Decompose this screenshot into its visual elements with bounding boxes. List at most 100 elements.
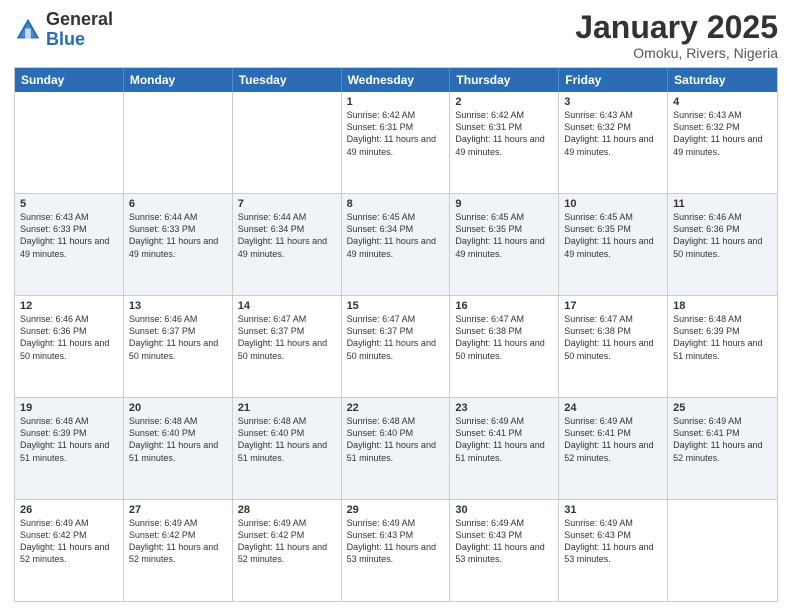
day-number-7: 7 xyxy=(238,198,336,210)
day-cell-5: 5Sunrise: 6:43 AM Sunset: 6:33 PM Daylig… xyxy=(15,194,124,295)
day-info-25: Sunrise: 6:49 AM Sunset: 6:41 PM Dayligh… xyxy=(673,415,772,464)
header-sunday: Sunday xyxy=(15,68,124,92)
day-info-14: Sunrise: 6:47 AM Sunset: 6:37 PM Dayligh… xyxy=(238,313,336,362)
day-cell-23: 23Sunrise: 6:49 AM Sunset: 6:41 PM Dayli… xyxy=(450,398,559,499)
day-info-10: Sunrise: 6:45 AM Sunset: 6:35 PM Dayligh… xyxy=(564,211,662,260)
day-cell-2: 2Sunrise: 6:42 AM Sunset: 6:31 PM Daylig… xyxy=(450,92,559,193)
day-cell-15: 15Sunrise: 6:47 AM Sunset: 6:37 PM Dayli… xyxy=(342,296,451,397)
day-info-11: Sunrise: 6:46 AM Sunset: 6:36 PM Dayligh… xyxy=(673,211,772,260)
day-cell-11: 11Sunrise: 6:46 AM Sunset: 6:36 PM Dayli… xyxy=(668,194,777,295)
day-info-1: Sunrise: 6:42 AM Sunset: 6:31 PM Dayligh… xyxy=(347,109,445,158)
day-number-23: 23 xyxy=(455,402,553,414)
day-cell-10: 10Sunrise: 6:45 AM Sunset: 6:35 PM Dayli… xyxy=(559,194,668,295)
day-info-18: Sunrise: 6:48 AM Sunset: 6:39 PM Dayligh… xyxy=(673,313,772,362)
day-number-24: 24 xyxy=(564,402,662,414)
day-number-4: 4 xyxy=(673,96,772,108)
day-info-6: Sunrise: 6:44 AM Sunset: 6:33 PM Dayligh… xyxy=(129,211,227,260)
day-cell-16: 16Sunrise: 6:47 AM Sunset: 6:38 PM Dayli… xyxy=(450,296,559,397)
day-number-8: 8 xyxy=(347,198,445,210)
day-info-24: Sunrise: 6:49 AM Sunset: 6:41 PM Dayligh… xyxy=(564,415,662,464)
calendar-week-1: 1Sunrise: 6:42 AM Sunset: 6:31 PM Daylig… xyxy=(15,92,777,194)
day-number-20: 20 xyxy=(129,402,227,414)
day-number-5: 5 xyxy=(20,198,118,210)
day-info-2: Sunrise: 6:42 AM Sunset: 6:31 PM Dayligh… xyxy=(455,109,553,158)
header-wednesday: Wednesday xyxy=(342,68,451,92)
day-info-16: Sunrise: 6:47 AM Sunset: 6:38 PM Dayligh… xyxy=(455,313,553,362)
calendar: Sunday Monday Tuesday Wednesday Thursday… xyxy=(14,67,778,602)
day-number-10: 10 xyxy=(564,198,662,210)
day-number-26: 26 xyxy=(20,504,118,516)
day-number-18: 18 xyxy=(673,300,772,312)
day-number-13: 13 xyxy=(129,300,227,312)
logo-blue-text: Blue xyxy=(46,30,113,50)
day-number-1: 1 xyxy=(347,96,445,108)
day-info-23: Sunrise: 6:49 AM Sunset: 6:41 PM Dayligh… xyxy=(455,415,553,464)
day-cell-20: 20Sunrise: 6:48 AM Sunset: 6:40 PM Dayli… xyxy=(124,398,233,499)
day-info-4: Sunrise: 6:43 AM Sunset: 6:32 PM Dayligh… xyxy=(673,109,772,158)
day-info-8: Sunrise: 6:45 AM Sunset: 6:34 PM Dayligh… xyxy=(347,211,445,260)
day-cell-3: 3Sunrise: 6:43 AM Sunset: 6:32 PM Daylig… xyxy=(559,92,668,193)
logo: General Blue xyxy=(14,10,113,50)
empty-cell-0-0 xyxy=(15,92,124,193)
day-info-26: Sunrise: 6:49 AM Sunset: 6:42 PM Dayligh… xyxy=(20,517,118,566)
day-cell-27: 27Sunrise: 6:49 AM Sunset: 6:42 PM Dayli… xyxy=(124,500,233,601)
day-number-17: 17 xyxy=(564,300,662,312)
day-number-30: 30 xyxy=(455,504,553,516)
day-info-12: Sunrise: 6:46 AM Sunset: 6:36 PM Dayligh… xyxy=(20,313,118,362)
day-cell-31: 31Sunrise: 6:49 AM Sunset: 6:43 PM Dayli… xyxy=(559,500,668,601)
calendar-header: Sunday Monday Tuesday Wednesday Thursday… xyxy=(15,68,777,92)
logo-text: General Blue xyxy=(46,10,113,50)
day-number-12: 12 xyxy=(20,300,118,312)
day-cell-26: 26Sunrise: 6:49 AM Sunset: 6:42 PM Dayli… xyxy=(15,500,124,601)
header: General Blue January 2025 Omoku, Rivers,… xyxy=(14,10,778,61)
day-number-11: 11 xyxy=(673,198,772,210)
empty-cell-4-6 xyxy=(668,500,777,601)
day-info-20: Sunrise: 6:48 AM Sunset: 6:40 PM Dayligh… xyxy=(129,415,227,464)
day-number-14: 14 xyxy=(238,300,336,312)
location: Omoku, Rivers, Nigeria xyxy=(575,45,778,61)
day-number-19: 19 xyxy=(20,402,118,414)
day-info-30: Sunrise: 6:49 AM Sunset: 6:43 PM Dayligh… xyxy=(455,517,553,566)
day-info-31: Sunrise: 6:49 AM Sunset: 6:43 PM Dayligh… xyxy=(564,517,662,566)
day-info-3: Sunrise: 6:43 AM Sunset: 6:32 PM Dayligh… xyxy=(564,109,662,158)
title-section: January 2025 Omoku, Rivers, Nigeria xyxy=(575,10,778,61)
day-info-21: Sunrise: 6:48 AM Sunset: 6:40 PM Dayligh… xyxy=(238,415,336,464)
day-number-6: 6 xyxy=(129,198,227,210)
day-cell-6: 6Sunrise: 6:44 AM Sunset: 6:33 PM Daylig… xyxy=(124,194,233,295)
day-cell-18: 18Sunrise: 6:48 AM Sunset: 6:39 PM Dayli… xyxy=(668,296,777,397)
day-info-29: Sunrise: 6:49 AM Sunset: 6:43 PM Dayligh… xyxy=(347,517,445,566)
day-cell-12: 12Sunrise: 6:46 AM Sunset: 6:36 PM Dayli… xyxy=(15,296,124,397)
day-cell-25: 25Sunrise: 6:49 AM Sunset: 6:41 PM Dayli… xyxy=(668,398,777,499)
day-number-9: 9 xyxy=(455,198,553,210)
day-number-25: 25 xyxy=(673,402,772,414)
day-number-22: 22 xyxy=(347,402,445,414)
day-cell-1: 1Sunrise: 6:42 AM Sunset: 6:31 PM Daylig… xyxy=(342,92,451,193)
day-number-21: 21 xyxy=(238,402,336,414)
calendar-week-5: 26Sunrise: 6:49 AM Sunset: 6:42 PM Dayli… xyxy=(15,500,777,601)
day-cell-28: 28Sunrise: 6:49 AM Sunset: 6:42 PM Dayli… xyxy=(233,500,342,601)
day-cell-9: 9Sunrise: 6:45 AM Sunset: 6:35 PM Daylig… xyxy=(450,194,559,295)
calendar-week-3: 12Sunrise: 6:46 AM Sunset: 6:36 PM Dayli… xyxy=(15,296,777,398)
header-tuesday: Tuesday xyxy=(233,68,342,92)
day-cell-4: 4Sunrise: 6:43 AM Sunset: 6:32 PM Daylig… xyxy=(668,92,777,193)
day-cell-24: 24Sunrise: 6:49 AM Sunset: 6:41 PM Dayli… xyxy=(559,398,668,499)
day-number-28: 28 xyxy=(238,504,336,516)
day-number-27: 27 xyxy=(129,504,227,516)
day-number-15: 15 xyxy=(347,300,445,312)
day-number-31: 31 xyxy=(564,504,662,516)
day-cell-13: 13Sunrise: 6:46 AM Sunset: 6:37 PM Dayli… xyxy=(124,296,233,397)
empty-cell-0-1 xyxy=(124,92,233,193)
calendar-body: 1Sunrise: 6:42 AM Sunset: 6:31 PM Daylig… xyxy=(15,92,777,601)
day-cell-29: 29Sunrise: 6:49 AM Sunset: 6:43 PM Dayli… xyxy=(342,500,451,601)
day-cell-21: 21Sunrise: 6:48 AM Sunset: 6:40 PM Dayli… xyxy=(233,398,342,499)
day-info-9: Sunrise: 6:45 AM Sunset: 6:35 PM Dayligh… xyxy=(455,211,553,260)
day-number-29: 29 xyxy=(347,504,445,516)
day-info-17: Sunrise: 6:47 AM Sunset: 6:38 PM Dayligh… xyxy=(564,313,662,362)
calendar-week-4: 19Sunrise: 6:48 AM Sunset: 6:39 PM Dayli… xyxy=(15,398,777,500)
day-number-2: 2 xyxy=(455,96,553,108)
day-info-5: Sunrise: 6:43 AM Sunset: 6:33 PM Dayligh… xyxy=(20,211,118,260)
month-title: January 2025 xyxy=(575,10,778,45)
page: General Blue January 2025 Omoku, Rivers,… xyxy=(0,0,792,612)
day-info-15: Sunrise: 6:47 AM Sunset: 6:37 PM Dayligh… xyxy=(347,313,445,362)
day-info-13: Sunrise: 6:46 AM Sunset: 6:37 PM Dayligh… xyxy=(129,313,227,362)
